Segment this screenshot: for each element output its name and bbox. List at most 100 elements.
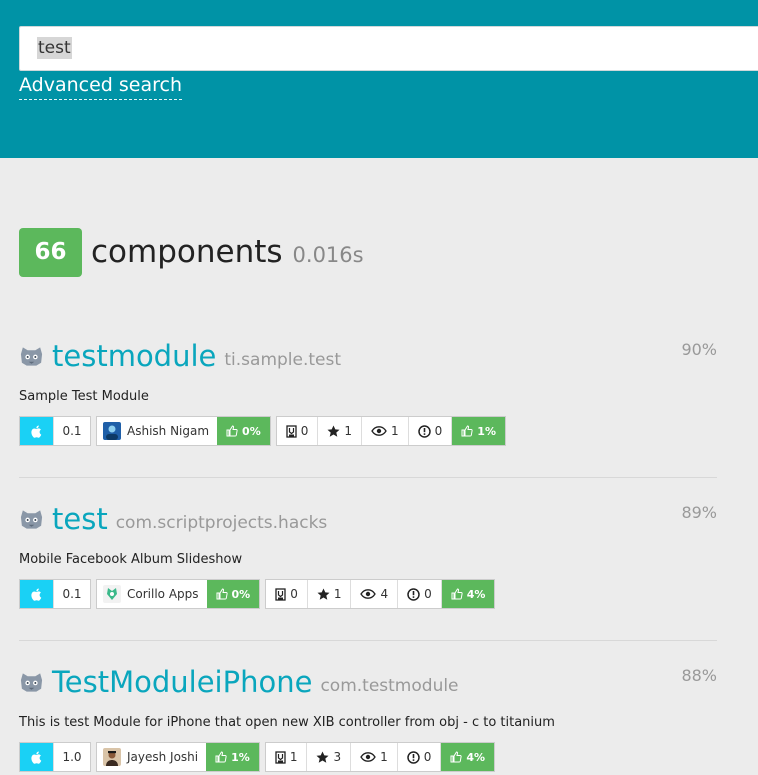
result-description: Sample Test Module	[19, 389, 149, 404]
star-icon	[327, 425, 340, 437]
search-input[interactable]: test	[19, 26, 758, 71]
download-icon	[275, 587, 286, 601]
stars-stat: 3	[307, 743, 352, 771]
result-title-row: test com.scriptprojects.hacks	[19, 499, 327, 539]
result-name-link[interactable]: test	[52, 502, 108, 536]
search-header: test Advanced search	[0, 0, 758, 158]
stars-stat: 1	[308, 580, 352, 608]
apple-icon[interactable]	[20, 743, 53, 771]
apple-icon[interactable]	[20, 580, 53, 608]
author-name: Corillo Apps	[127, 587, 199, 601]
result-module-id: com.scriptprojects.hacks	[115, 512, 328, 533]
stats-group: 1 3 1 0 4%	[264, 742, 496, 772]
author-likes: 1%	[206, 743, 259, 771]
views-stat: 1	[362, 417, 409, 445]
result-description: This is test Module for iPhone that open…	[19, 715, 555, 730]
thumbs-up-icon	[450, 751, 462, 763]
stars-stat: 1	[318, 417, 363, 445]
alert-icon	[417, 424, 431, 438]
stars-count: 1	[333, 587, 342, 601]
author-group: Jayesh Joshi 1%	[96, 742, 260, 772]
alert-icon	[407, 587, 420, 601]
result-divider	[19, 640, 717, 641]
author-likes-value: 0%	[242, 424, 261, 438]
author-name: Ashish Nigam	[127, 424, 210, 438]
module-icon	[20, 510, 43, 529]
author-likes-value: 0%	[231, 587, 251, 601]
result-count-badge: 66	[19, 227, 82, 277]
views-count: 1	[391, 424, 399, 438]
author-name: Jayesh Joshi	[127, 750, 199, 764]
eye-icon	[360, 752, 376, 762]
likes-stat: 4%	[441, 743, 495, 771]
result-score: 89%	[681, 503, 717, 522]
result-title-row: TestModuleiPhone com.testmodule	[19, 662, 459, 702]
likes-value: 4%	[466, 587, 486, 601]
issues-stat: 0	[409, 417, 453, 445]
platform-version-group: 0.1	[19, 579, 91, 609]
result-name-link[interactable]: testmodule	[52, 339, 216, 373]
downloads-stat: 1	[266, 743, 308, 771]
module-icon	[20, 347, 43, 366]
result-module-id: com.testmodule	[320, 675, 459, 696]
avatar	[103, 585, 121, 603]
author-likes: 0%	[217, 417, 270, 445]
issues-count: 0	[424, 587, 432, 601]
issues-stat: 0	[398, 580, 442, 608]
author-link[interactable]: Corillo Apps	[97, 580, 207, 608]
likes-stat: 4%	[441, 580, 495, 608]
author-group: Corillo Apps 0%	[96, 579, 261, 609]
views-count: 1	[380, 750, 388, 764]
search-time: 0.016s	[292, 243, 364, 267]
advanced-search-link[interactable]: Advanced search	[19, 73, 183, 100]
stats-group: 0 1 4 0 4%	[265, 579, 496, 609]
views-count: 4	[380, 587, 389, 601]
downloads-count: 0	[290, 587, 298, 601]
avatar	[103, 748, 121, 766]
result-score: 88%	[681, 666, 717, 685]
author-likes: 0%	[206, 580, 260, 608]
downloads-stat: 0	[266, 580, 308, 608]
module-icon	[20, 673, 43, 692]
result-description: Mobile Facebook Album Slideshow	[19, 552, 243, 567]
platform-version-group: 0.1	[19, 416, 91, 446]
result-name-link[interactable]: TestModuleiPhone	[52, 665, 312, 699]
search-query-text: test	[37, 37, 72, 59]
author-group: Ashish Nigam 0%	[96, 416, 271, 446]
module-version: 0.1	[53, 580, 90, 608]
views-stat: 1	[351, 743, 398, 771]
stats-group: 0 1 1 0 1%	[275, 416, 506, 446]
thumbs-up-icon	[226, 425, 238, 437]
stars-count: 3	[333, 750, 342, 764]
issues-count: 0	[434, 424, 443, 438]
result-meta-bar: 1.0 Jayesh Joshi 1% 1 3 1 0 4%	[19, 742, 500, 772]
result-score: 90%	[681, 340, 717, 359]
module-version: 0.1	[53, 417, 90, 445]
module-version: 1.0	[53, 743, 90, 771]
result-divider	[19, 477, 717, 478]
apple-icon[interactable]	[20, 417, 53, 445]
results-summary: 66 components 0.016s	[19, 227, 364, 277]
result-title-row: testmodule ti.sample.test	[19, 336, 341, 376]
downloads-stat: 0	[277, 417, 319, 445]
eye-icon	[360, 589, 377, 599]
thumbs-up-icon	[215, 751, 227, 763]
issues-stat: 0	[398, 743, 442, 771]
author-likes-value: 1%	[231, 750, 250, 764]
star-icon	[316, 751, 329, 763]
views-stat: 4	[351, 580, 399, 608]
author-link[interactable]: Ashish Nigam	[97, 417, 217, 445]
platform-version-group: 1.0	[19, 742, 91, 772]
download-icon	[286, 424, 297, 438]
thumbs-up-icon	[461, 425, 473, 437]
alert-icon	[406, 750, 420, 764]
result-module-id: ti.sample.test	[224, 349, 342, 370]
thumbs-up-icon	[451, 588, 463, 600]
downloads-count: 0	[300, 424, 309, 438]
eye-icon	[371, 426, 387, 436]
stars-count: 1	[344, 424, 353, 438]
likes-value: 1%	[477, 424, 496, 438]
author-link[interactable]: Jayesh Joshi	[97, 743, 206, 771]
avatar	[103, 422, 121, 440]
star-icon	[317, 588, 330, 600]
